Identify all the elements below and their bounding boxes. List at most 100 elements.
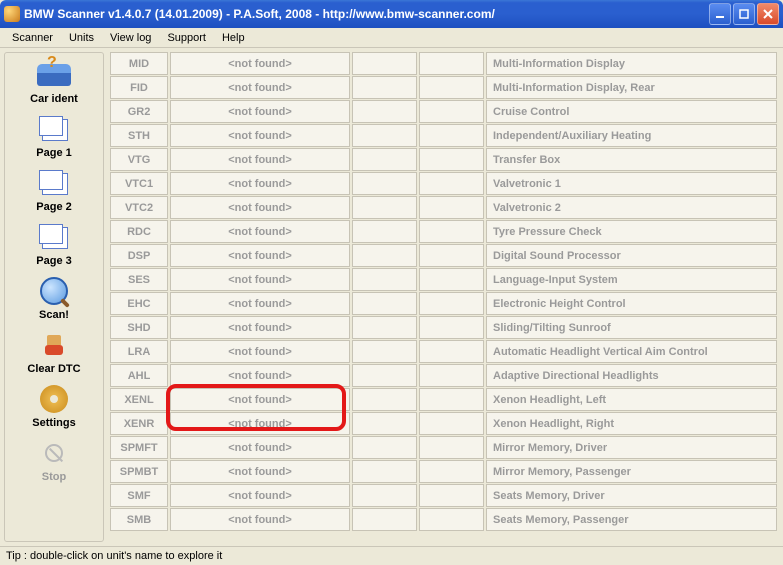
table-row[interactable]: EHC<not found> Electronic Height Control: [110, 292, 777, 315]
unit-status: <not found>: [170, 316, 350, 339]
sidebar-scan[interactable]: Scan!: [9, 275, 99, 321]
table-row[interactable]: LRA<not found>Automatic Headlight Vertic…: [110, 340, 777, 363]
unit-col3: [352, 244, 417, 267]
table-row[interactable]: SPMFT<not found>Mirror Memory, Driver: [110, 436, 777, 459]
unit-status: <not found>: [170, 172, 350, 195]
unit-status: <not found>: [170, 484, 350, 507]
table-row[interactable]: AHL<not found>Adaptive Directional Headl…: [110, 364, 777, 387]
table-row[interactable]: STH<not found> Independent/Auxiliary Heat…: [110, 124, 777, 147]
unit-description: Tyre Pressure Check: [486, 220, 777, 243]
unit-col3: [352, 340, 417, 363]
brush-icon: [36, 329, 72, 361]
unit-abbr: SES: [110, 268, 168, 291]
unit-col4: [419, 124, 484, 147]
unit-col3: [352, 220, 417, 243]
unit-status: <not found>: [170, 148, 350, 171]
unit-col3: [352, 460, 417, 483]
table-row[interactable]: XENR<not found>Xenon Headlight, Right: [110, 412, 777, 435]
unit-description: Valvetronic 2: [486, 196, 777, 219]
unit-col3: [352, 148, 417, 171]
table-row[interactable]: SHD<not found>Sliding/Tilting Sunroof: [110, 316, 777, 339]
unit-description: Seats Memory, Driver: [486, 484, 777, 507]
unit-col3: [352, 364, 417, 387]
table-row[interactable]: SMF<not found> Seats Memory, Driver: [110, 484, 777, 507]
statusbar: Tip : double-click on unit's name to exp…: [0, 546, 783, 565]
table-row[interactable]: FID<not found>Multi-Information Display,…: [110, 76, 777, 99]
titlebar: BMW Scanner v1.4.0.7 (14.01.2009) - P.A.…: [0, 0, 783, 28]
table-row[interactable]: DSP<not found>Digital Sound Processor: [110, 244, 777, 267]
sidebar-car-ident[interactable]: Car ident: [9, 59, 99, 105]
table-row[interactable]: VTG<not found>Transfer Box: [110, 148, 777, 171]
car-icon: [36, 59, 72, 91]
unit-col3: [352, 388, 417, 411]
unit-col4: [419, 508, 484, 531]
unit-abbr: STH: [110, 124, 168, 147]
unit-status: <not found>: [170, 508, 350, 531]
unit-abbr: EHC: [110, 292, 168, 315]
unit-status: <not found>: [170, 460, 350, 483]
table-row[interactable]: SPMBT<not found>Mirror Memory, Passenger: [110, 460, 777, 483]
sidebar-clear-dtc[interactable]: Clear DTC: [9, 329, 99, 375]
sidebar: Car ident Page 1 Page 2 Page 3 Scan! Cle…: [4, 52, 104, 542]
unit-col3: [352, 196, 417, 219]
unit-col3: [352, 100, 417, 123]
table-row[interactable]: GR2<not found>Cruise Control: [110, 100, 777, 123]
unit-abbr: SMF: [110, 484, 168, 507]
unit-col4: [419, 148, 484, 171]
unit-abbr: MID: [110, 52, 168, 75]
menu-help[interactable]: Help: [214, 30, 253, 46]
unit-status: <not found>: [170, 340, 350, 363]
unit-status: <not found>: [170, 196, 350, 219]
unit-col3: [352, 76, 417, 99]
menu-support[interactable]: Support: [159, 30, 214, 46]
sidebar-label-stop: Stop: [9, 471, 99, 483]
unit-abbr: FID: [110, 76, 168, 99]
table-row[interactable]: RDC<not found>Tyre Pressure Check: [110, 220, 777, 243]
unit-description: Automatic Headlight Vertical Aim Control: [486, 340, 777, 363]
menu-viewlog[interactable]: View log: [102, 30, 159, 46]
table-row[interactable]: MID<not found>Multi-Information Display: [110, 52, 777, 75]
unit-status: <not found>: [170, 388, 350, 411]
unit-col4: [419, 436, 484, 459]
table-row[interactable]: XENL<not found>Xenon Headlight, Left: [110, 388, 777, 411]
unit-abbr: VTG: [110, 148, 168, 171]
magnifier-icon: [36, 275, 72, 307]
unit-description: Digital Sound Processor: [486, 244, 777, 267]
unit-status: <not found>: [170, 100, 350, 123]
unit-col3: [352, 172, 417, 195]
unit-col4: [419, 268, 484, 291]
unit-abbr: SMB: [110, 508, 168, 531]
units-grid: MID<not found>Multi-Information DisplayF…: [110, 52, 777, 531]
unit-status: <not found>: [170, 124, 350, 147]
unit-abbr: RDC: [110, 220, 168, 243]
sidebar-label-settings: Settings: [9, 417, 99, 429]
unit-col3: [352, 316, 417, 339]
unit-description: Independent/Auxiliary Heating: [486, 124, 777, 147]
close-button[interactable]: [757, 3, 779, 25]
table-row[interactable]: SMB<not found>Seats Memory, Passenger: [110, 508, 777, 531]
unit-col4: [419, 460, 484, 483]
unit-col4: [419, 76, 484, 99]
sidebar-page-2[interactable]: Page 2: [9, 167, 99, 213]
minimize-button[interactable]: [709, 3, 731, 25]
unit-abbr: SPMBT: [110, 460, 168, 483]
unit-description: Xenon Headlight, Right: [486, 412, 777, 435]
sidebar-page-1[interactable]: Page 1: [9, 113, 99, 159]
unit-col3: [352, 436, 417, 459]
unit-abbr: SPMFT: [110, 436, 168, 459]
unit-status: <not found>: [170, 292, 350, 315]
unit-description: Electronic Height Control: [486, 292, 777, 315]
unit-col4: [419, 340, 484, 363]
table-row[interactable]: SES<not found>Language-Input System: [110, 268, 777, 291]
page-icon: [36, 221, 72, 253]
sidebar-page-3[interactable]: Page 3: [9, 221, 99, 267]
table-row[interactable]: VTC1<not found>Valvetronic 1: [110, 172, 777, 195]
maximize-button[interactable]: [733, 3, 755, 25]
unit-col3: [352, 292, 417, 315]
unit-abbr: GR2: [110, 100, 168, 123]
menu-scanner[interactable]: Scanner: [4, 30, 61, 46]
unit-col3: [352, 508, 417, 531]
menu-units[interactable]: Units: [61, 30, 102, 46]
table-row[interactable]: VTC2<not found>Valvetronic 2: [110, 196, 777, 219]
sidebar-settings[interactable]: Settings: [9, 383, 99, 429]
